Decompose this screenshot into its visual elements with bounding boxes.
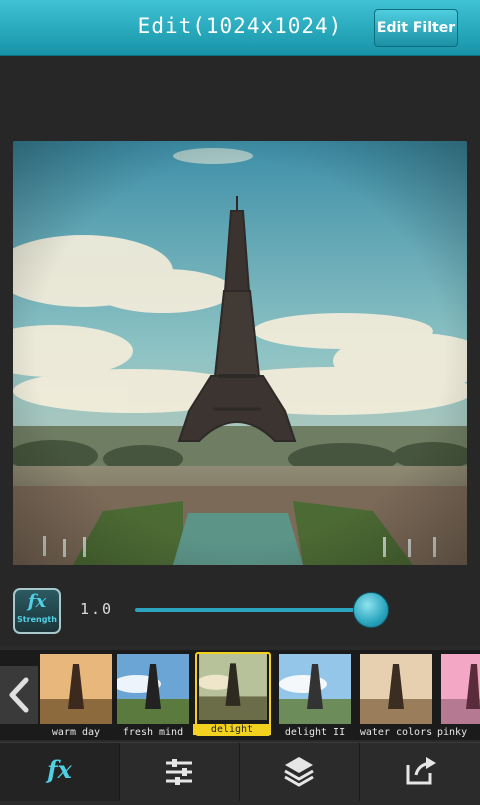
filter-thumb-water-colors[interactable] xyxy=(360,654,432,724)
tab-share[interactable] xyxy=(360,743,479,801)
photo-preview xyxy=(13,141,467,565)
filter-thumb-fresh-mind[interactable] xyxy=(117,654,189,724)
filter-thumb-delight[interactable] xyxy=(199,654,271,724)
eiffel-tower-photo xyxy=(13,141,467,565)
strength-slider-knob[interactable] xyxy=(353,592,389,628)
sliders-icon xyxy=(166,759,192,785)
filter-label: water colors xyxy=(359,727,433,738)
strength-row: fx Strength 1.0 xyxy=(0,586,480,646)
filter-label: warm day xyxy=(51,727,101,738)
strength-value: 1.0 xyxy=(80,600,114,618)
filter-thumb-pinky[interactable] xyxy=(441,654,480,724)
filter-label: pinky xyxy=(437,727,468,738)
filter-label: delight II xyxy=(284,727,346,738)
chevron-left-icon xyxy=(9,677,29,713)
filter-thumb-delight-ii[interactable] xyxy=(279,654,351,724)
tab-adjust[interactable] xyxy=(120,743,239,801)
filter-strip: warm day fresh mind delight delight II w… xyxy=(0,650,480,740)
filter-label-selected: delight xyxy=(193,724,271,735)
tab-layers[interactable] xyxy=(240,743,359,801)
filter-thumb-warm-day[interactable] xyxy=(40,654,112,724)
strength-slider-track[interactable] xyxy=(135,608,375,612)
share-icon xyxy=(406,757,436,785)
fx-icon: fx xyxy=(27,591,47,612)
top-header: Edit(1024x1024) Edit Filter xyxy=(0,0,480,56)
edit-filter-button[interactable]: Edit Filter xyxy=(374,9,458,47)
bottom-tab-bar: fx xyxy=(0,742,480,801)
filter-label: fresh mind xyxy=(122,727,184,738)
strip-scroll-left-button[interactable] xyxy=(0,666,38,724)
layers-icon xyxy=(284,757,314,787)
strength-label: Strength xyxy=(17,615,57,624)
tab-fx[interactable]: fx xyxy=(0,743,119,801)
fx-strength-button[interactable]: fx Strength xyxy=(13,588,61,634)
fx-icon: fx xyxy=(47,755,72,784)
